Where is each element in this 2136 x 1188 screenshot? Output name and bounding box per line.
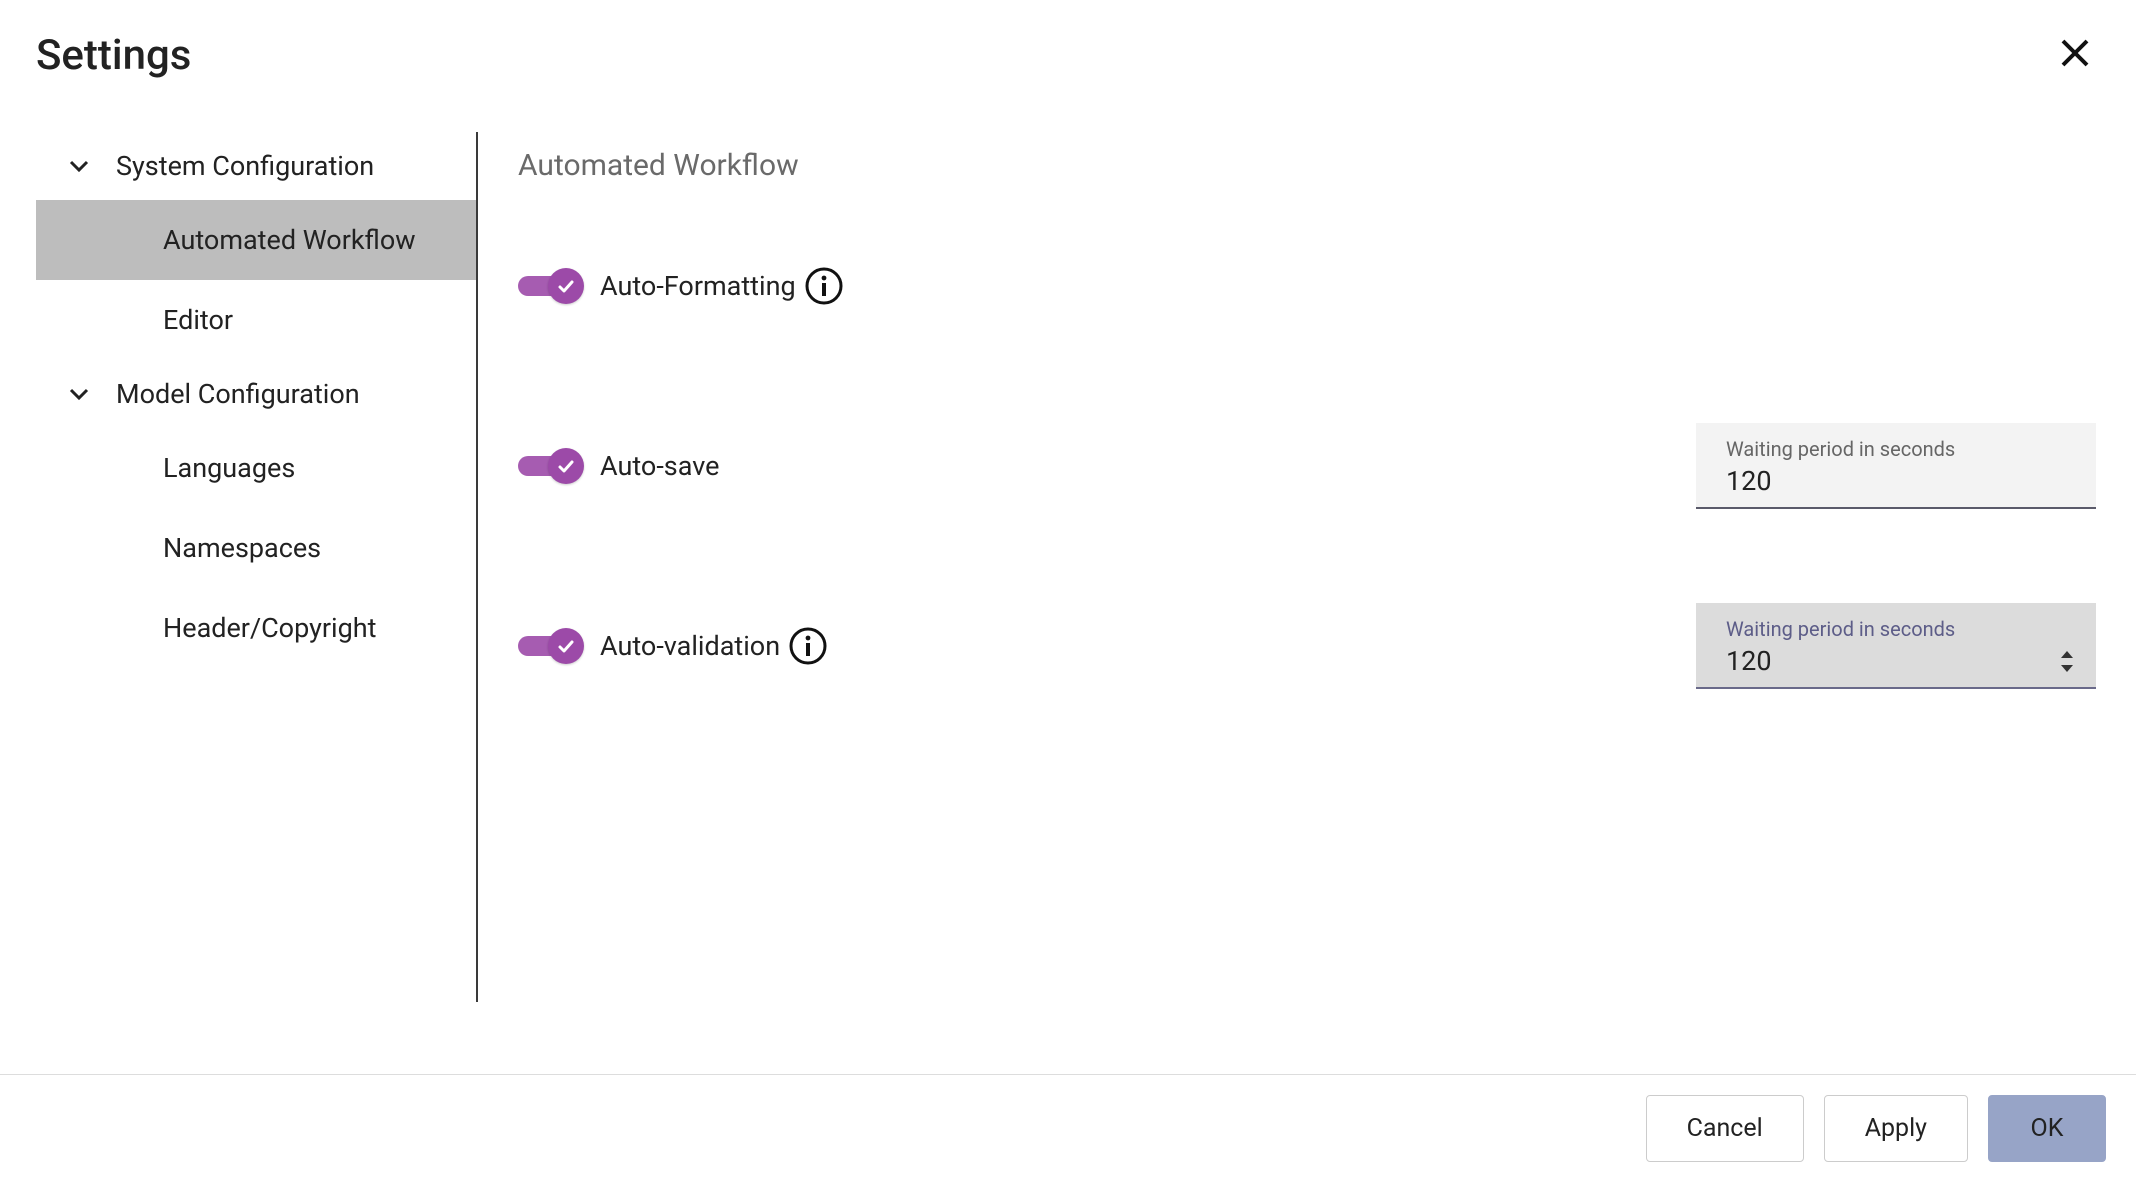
input-label: Waiting period in seconds	[1726, 437, 2078, 461]
sidebar-item-automated-workflow[interactable]: Automated Workflow	[36, 200, 476, 280]
setting-row-auto-formatting: Auto-Formatting	[518, 231, 2096, 341]
chevron-down-icon	[66, 381, 92, 407]
check-icon	[556, 456, 576, 476]
triangle-down-icon	[2060, 664, 2074, 673]
apply-button[interactable]: Apply	[1824, 1095, 1968, 1162]
setting-left: Auto-Formatting	[518, 266, 844, 306]
chevron-down-icon	[66, 153, 92, 179]
setting-row-auto-validation: Auto-validation Waiting period in second…	[518, 591, 2096, 701]
sidebar-item-header-copyright[interactable]: Header/Copyright	[36, 588, 476, 668]
cancel-button[interactable]: Cancel	[1646, 1095, 1804, 1162]
toggle-thumb	[548, 628, 584, 664]
number-spinner	[2058, 648, 2078, 674]
input-label: Waiting period in seconds	[1726, 617, 2078, 641]
sidebar: System Configuration Automated Workflow …	[0, 132, 478, 1002]
info-icon[interactable]	[788, 626, 828, 666]
sidebar-item-label: Namespaces	[163, 532, 321, 564]
input-value-row: 120	[1726, 645, 2078, 677]
toggle-thumb	[548, 268, 584, 304]
setting-label: Auto-Formatting	[600, 270, 796, 302]
setting-row-auto-save: Auto-save Waiting period in seconds 120	[518, 411, 2096, 521]
toggle-auto-save[interactable]	[518, 448, 588, 484]
setting-label: Auto-save	[600, 450, 719, 482]
toggle-auto-validation[interactable]	[518, 628, 588, 664]
main-panel: Automated Workflow Auto-Formatting	[478, 132, 2136, 1002]
sidebar-item-label: Header/Copyright	[163, 612, 376, 644]
dialog-header: Settings	[0, 0, 2136, 92]
sidebar-group-title: System Configuration	[116, 150, 374, 182]
sidebar-group-header-model[interactable]: Model Configuration	[36, 360, 476, 428]
sidebar-group-system: System Configuration Automated Workflow …	[36, 132, 476, 360]
close-icon	[2060, 38, 2090, 72]
sidebar-group-title: Model Configuration	[116, 378, 360, 410]
dialog-footer: Cancel Apply OK	[0, 1074, 2136, 1188]
close-button[interactable]	[2050, 28, 2100, 82]
setting-left: Auto-validation	[518, 626, 828, 666]
sidebar-item-namespaces[interactable]: Namespaces	[36, 508, 476, 588]
content-area: System Configuration Automated Workflow …	[0, 92, 2136, 1002]
info-icon[interactable]	[804, 266, 844, 306]
panel-title: Automated Workflow	[518, 148, 2096, 183]
sidebar-item-label: Editor	[163, 304, 233, 336]
check-icon	[556, 636, 576, 656]
toggle-auto-formatting[interactable]	[518, 268, 588, 304]
setting-label: Auto-validation	[600, 630, 780, 662]
spinner-up-button[interactable]	[2058, 648, 2076, 660]
sidebar-item-languages[interactable]: Languages	[36, 428, 476, 508]
setting-left: Auto-save	[518, 448, 719, 484]
dialog-title: Settings	[36, 31, 191, 80]
input-value[interactable]: 120	[1726, 465, 2078, 497]
input-autosave-period[interactable]: Waiting period in seconds 120	[1696, 423, 2096, 509]
sidebar-item-label: Automated Workflow	[163, 224, 416, 256]
toggle-thumb	[548, 448, 584, 484]
check-icon	[556, 276, 576, 296]
input-value-row: 120	[1726, 465, 2078, 497]
input-value[interactable]: 120	[1726, 645, 2058, 677]
sidebar-item-editor[interactable]: Editor	[36, 280, 476, 360]
ok-button[interactable]: OK	[1988, 1095, 2106, 1162]
triangle-up-icon	[2060, 650, 2074, 659]
sidebar-group-model: Model Configuration Languages Namespaces…	[36, 360, 476, 668]
sidebar-item-label: Languages	[163, 452, 295, 484]
input-autovalidation-period[interactable]: Waiting period in seconds 120	[1696, 603, 2096, 689]
sidebar-group-header-system[interactable]: System Configuration	[36, 132, 476, 200]
spinner-down-button[interactable]	[2058, 662, 2076, 674]
